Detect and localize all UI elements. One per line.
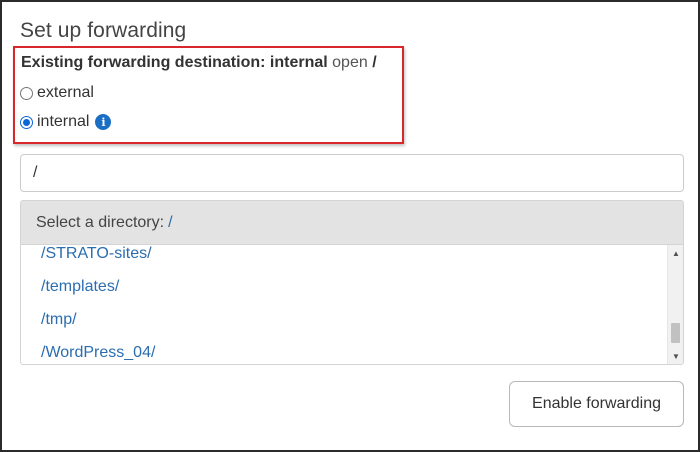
forwarding-dialog: Set up forwarding Existing forwarding de…: [0, 0, 700, 452]
scroll-up-arrow-icon[interactable]: ▲: [668, 246, 683, 260]
existing-destination: Existing forwarding destination: interna…: [21, 54, 377, 72]
directory-item[interactable]: /templates/: [41, 278, 119, 296]
enable-forwarding-button[interactable]: Enable forwarding: [509, 381, 684, 427]
directory-item[interactable]: /STRATO-sites/: [41, 245, 152, 263]
radio-internal-button[interactable]: [20, 115, 33, 129]
directory-scrollbar[interactable]: ▲ ▼: [667, 245, 683, 364]
page-title: Set up forwarding: [20, 19, 187, 42]
existing-type: internal: [269, 54, 328, 71]
info-icon[interactable]: i: [95, 114, 112, 130]
directory-header: Select a directory: /: [21, 201, 683, 245]
radio-external-button[interactable]: [20, 86, 33, 100]
directory-item[interactable]: /tmp/: [41, 311, 77, 329]
directory-header-label: Select a directory:: [36, 213, 165, 231]
directory-selector: Select a directory: / /STRATO-sites/ /te…: [20, 200, 684, 365]
radio-external-label: external: [37, 84, 94, 101]
directory-list: /STRATO-sites/ /templates/ /tmp/ /WordPr…: [21, 245, 683, 364]
existing-path: /: [372, 54, 377, 71]
scroll-thumb[interactable]: [671, 323, 680, 343]
radio-internal[interactable]: internal i: [20, 113, 112, 131]
open-link[interactable]: open: [332, 54, 368, 71]
directory-item[interactable]: /WordPress_04/: [41, 344, 155, 362]
radio-external[interactable]: external: [20, 84, 94, 102]
directory-header-path[interactable]: /: [168, 214, 172, 232]
radio-internal-label: internal: [37, 113, 90, 130]
existing-label: Existing forwarding destination:: [21, 54, 266, 71]
scroll-down-arrow-icon[interactable]: ▼: [668, 349, 683, 363]
path-input[interactable]: /: [20, 154, 684, 192]
